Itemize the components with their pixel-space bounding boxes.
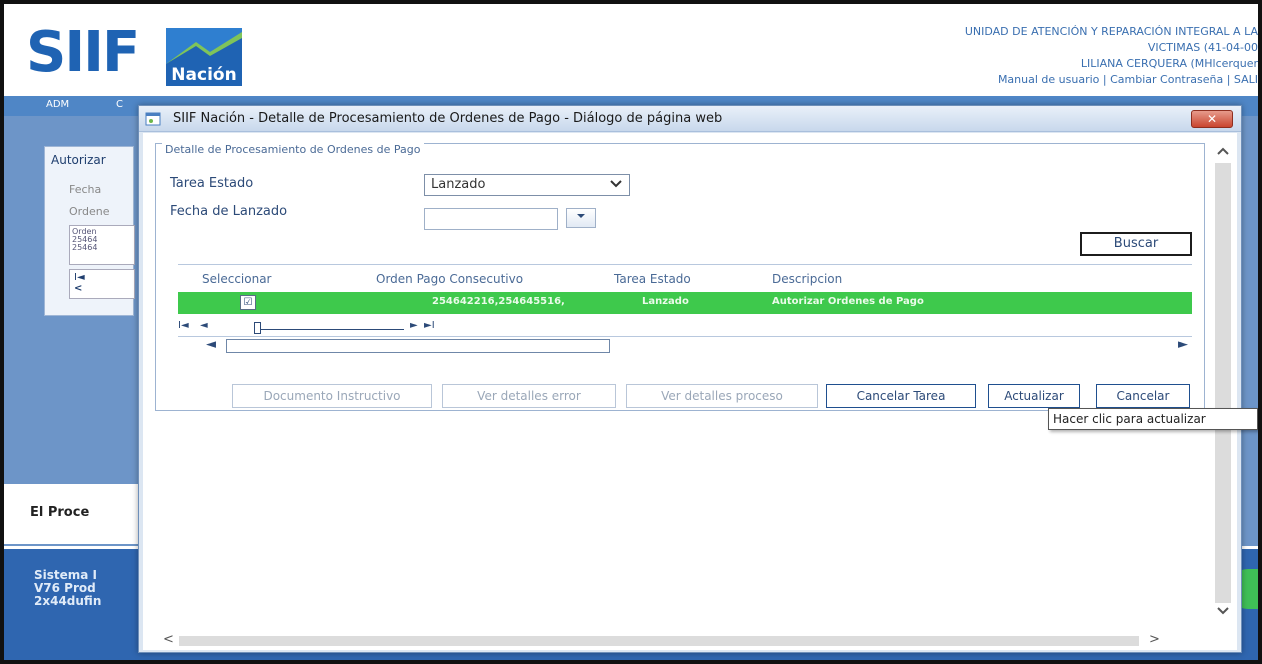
- app-header: SIIF Nación UNIDAD DE ATENCIÓN Y REPARAC…: [4, 4, 1258, 96]
- actualizar-tooltip: Hacer clic para actualizar: [1048, 408, 1258, 430]
- col-header-descripcion[interactable]: Descripcion: [772, 272, 842, 286]
- actualizar-button[interactable]: Actualizar: [988, 384, 1080, 408]
- col-header-seleccionar[interactable]: Seleccionar: [202, 272, 271, 286]
- fieldset-legend: Detalle de Procesamiento de Ordenes de P…: [162, 143, 424, 156]
- scroll-right-icon[interactable]: ►: [1178, 337, 1188, 352]
- scroll-up-icon[interactable]: [1217, 143, 1229, 159]
- mini-pager: I◄ <: [69, 269, 135, 299]
- logo-siif-text: SIIF: [26, 20, 140, 85]
- header-user: LILIANA CERQUERA (MHlcerquer: [1080, 57, 1258, 70]
- grid-horizontal-scrollbar[interactable]: ◄ ►: [178, 336, 1192, 354]
- pager-prev-icon[interactable]: <: [74, 283, 130, 294]
- logo-nacion-text: Nación: [166, 64, 242, 86]
- pager-last-icon[interactable]: ►I: [424, 320, 435, 331]
- panel-title: Autorizar: [51, 153, 106, 167]
- scroll-left-icon[interactable]: ◄: [206, 337, 216, 352]
- siif-nacion-logo: SIIF Nación: [26, 22, 256, 94]
- pager-first-icon[interactable]: I◄: [178, 320, 189, 331]
- process-area: El Proce: [4, 484, 144, 544]
- dialog-horizontal-scrollbar[interactable]: < >: [143, 630, 1209, 650]
- cancelar-tarea-button[interactable]: Cancelar Tarea: [826, 384, 976, 408]
- grid-scroll-thumb[interactable]: [226, 339, 610, 353]
- authorize-panel: Autorizar Fecha Ordene Orden 25464 25464…: [44, 146, 135, 316]
- scroll-left-icon[interactable]: <: [163, 632, 174, 647]
- cancelar-button[interactable]: Cancelar: [1096, 384, 1190, 408]
- manual-link[interactable]: Manual de usuario: [998, 73, 1099, 86]
- dialog-content: Detalle de Procesamiento de Ordenes de P…: [143, 133, 1237, 650]
- footer-line3: 2x44dufin: [34, 594, 102, 608]
- detail-dialog: SIIF Nación - Detalle de Procesamiento d…: [138, 105, 1242, 653]
- cell-orden: 254642216,254645516,: [432, 296, 565, 307]
- header-links: Manual de usuario | Cambiar Contraseña |…: [965, 72, 1258, 88]
- dropdown-arrow-icon: [577, 214, 585, 218]
- calendar-dropdown-button[interactable]: [566, 208, 596, 228]
- cell-descripcion: Autorizar Ordenes de Pago: [772, 296, 924, 307]
- grid-header: Seleccionar Orden Pago Consecutivo Tarea…: [178, 264, 1192, 290]
- buscar-button[interactable]: Buscar: [1080, 232, 1192, 256]
- header-user-info: UNIDAD DE ATENCIÓN Y REPARACIÓN INTEGRAL…: [965, 24, 1258, 88]
- col-header-orden[interactable]: Orden Pago Consecutivo: [376, 272, 523, 286]
- col-header-estado[interactable]: Tarea Estado: [614, 272, 691, 286]
- orders-grid: Seleccionar Orden Pago Consecutivo Tarea…: [178, 264, 1192, 360]
- change-password-link[interactable]: Cambiar Contraseña: [1110, 73, 1223, 86]
- tarea-estado-value: Lanzado: [431, 177, 486, 192]
- process-status-label: El Proce: [30, 504, 140, 544]
- footer-system-info: Sistema I V76 Prod 2x44dufin: [34, 569, 101, 608]
- pager-slider-thumb[interactable]: [254, 322, 261, 334]
- logout-link[interactable]: SALI: [1234, 73, 1258, 86]
- dialog-title: SIIF Nación - Detalle de Procesamiento d…: [173, 111, 723, 126]
- ver-detalles-error-button[interactable]: Ver detalles error: [442, 384, 616, 408]
- scroll-right-icon[interactable]: >: [1149, 632, 1160, 647]
- fecha-label: Fecha: [69, 183, 102, 196]
- header-org-line2: VICTIMAS (41-04-00: [1147, 41, 1258, 54]
- screenshot-frame: SIIF Nación UNIDAD DE ATENCIÓN Y REPARAC…: [0, 0, 1262, 664]
- documento-instructivo-button[interactable]: Documento Instructivo: [232, 384, 432, 408]
- ver-detalles-proceso-button[interactable]: Ver detalles proceso: [626, 384, 818, 408]
- table-row[interactable]: ☑ 254642216,254645516, Lanzado Autorizar…: [178, 292, 1192, 314]
- chevron-down-icon: [609, 177, 623, 195]
- link-separator: |: [1099, 73, 1111, 86]
- grid-pager: I◄ ◄ ► ►I: [178, 320, 438, 336]
- cell-estado: Lanzado: [642, 296, 689, 307]
- dialog-titlebar[interactable]: SIIF Nación - Detalle de Procesamiento d…: [139, 106, 1241, 132]
- ordenes-label: Ordene: [69, 205, 110, 218]
- tarea-estado-select[interactable]: Lanzado: [424, 174, 630, 196]
- pager-prev-icon[interactable]: ◄: [200, 320, 208, 331]
- pager-first-icon[interactable]: I◄: [74, 272, 130, 283]
- nav-item-c[interactable]: C: [116, 99, 123, 110]
- vertical-scroll-track[interactable]: [1215, 163, 1231, 603]
- horizontal-scroll-track[interactable]: [179, 636, 1139, 646]
- detail-fieldset: Detalle de Procesamiento de Ordenes de P…: [155, 143, 1205, 411]
- header-org-line1: UNIDAD DE ATENCIÓN Y REPARACIÓN INTEGRAL…: [964, 25, 1258, 38]
- fecha-lanzado-input[interactable]: [424, 208, 558, 230]
- link-separator: |: [1223, 73, 1234, 86]
- row-select-checkbox[interactable]: ☑: [240, 295, 256, 310]
- web-page-icon: [145, 112, 161, 126]
- pager-slider-track[interactable]: [254, 329, 404, 330]
- pager-next-icon[interactable]: ►: [410, 320, 418, 331]
- scroll-down-icon[interactable]: [1217, 603, 1229, 619]
- dialog-vertical-scrollbar[interactable]: [1209, 133, 1237, 650]
- close-button[interactable]: ✕: [1191, 110, 1233, 128]
- tarea-estado-label: Tarea Estado: [170, 176, 254, 191]
- logo-mark-icon: [166, 28, 242, 64]
- mini-table: Orden 25464 25464: [69, 225, 135, 265]
- nav-item-adm[interactable]: ADM: [46, 99, 69, 110]
- fecha-lanzado-label: Fecha de Lanzado: [170, 204, 288, 219]
